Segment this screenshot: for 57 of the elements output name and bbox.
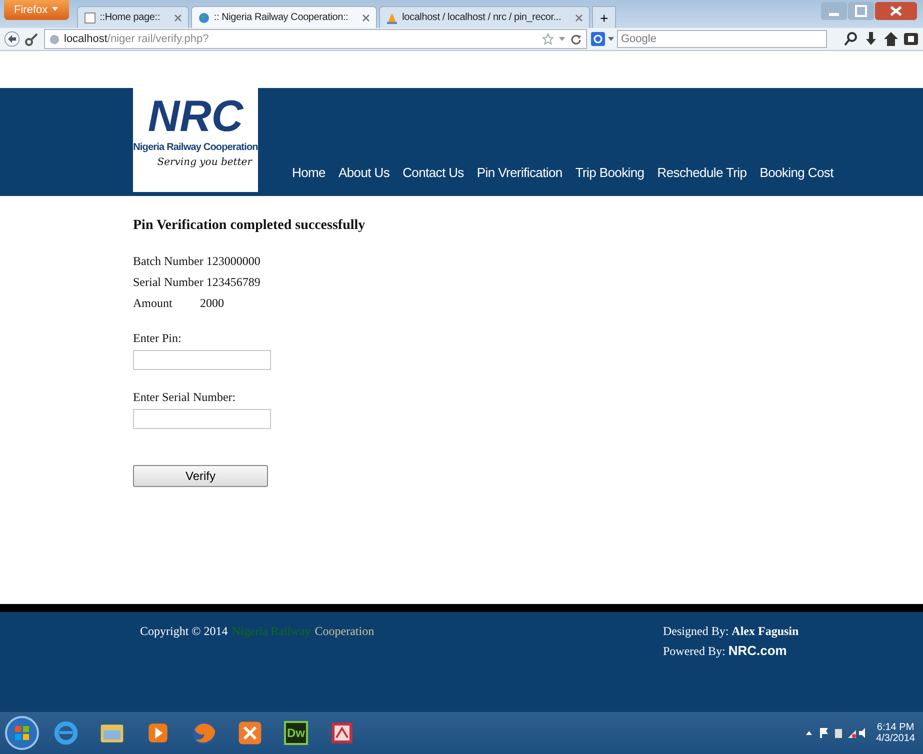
- star-icon[interactable]: [542, 33, 554, 45]
- close-icon[interactable]: [575, 14, 584, 22]
- success-heading: Pin Verification completed successfully: [133, 218, 366, 234]
- detail-value: 123000000: [206, 254, 260, 269]
- clock-time[interactable]: 6:14 PM: [876, 722, 914, 733]
- clock-date[interactable]: 4/3/2014: [876, 733, 915, 744]
- browser-tab[interactable]: :: Nigeria Railway Cooperation::: [190, 6, 378, 28]
- designer-name: Alex Fagusin: [732, 624, 799, 639]
- copyright-text: Copyright © 2014: [140, 624, 228, 639]
- nav-link[interactable]: About Us: [338, 165, 390, 180]
- firefox-icon[interactable]: [190, 719, 218, 747]
- xampp-icon[interactable]: [236, 719, 264, 747]
- download-icon[interactable]: [863, 31, 879, 47]
- field-label: Enter Pin:: [133, 331, 182, 346]
- new-tab-button[interactable]: +: [592, 6, 616, 28]
- detail-label: Serial Number: [133, 275, 204, 290]
- input-field[interactable]: [133, 409, 271, 429]
- field-label: Enter Serial Number:: [133, 390, 237, 405]
- key-icon: [24, 31, 40, 47]
- home-icon[interactable]: [883, 31, 899, 47]
- browser-e-icon[interactable]: [52, 719, 80, 747]
- site-name: NRC.com: [728, 643, 787, 658]
- search-icon[interactable]: [843, 31, 859, 47]
- close-icon[interactable]: [362, 14, 370, 22]
- detail-value: 2000: [200, 296, 224, 311]
- caret-icon[interactable]: [607, 35, 615, 43]
- start-button-icon[interactable]: [4, 715, 40, 751]
- dreamweaver-icon[interactable]: Dw: [284, 721, 308, 745]
- verify-button[interactable]: Verify: [133, 465, 268, 487]
- close-icon[interactable]: [875, 2, 917, 20]
- detail-label: Batch Number: [133, 254, 204, 269]
- close-icon[interactable]: [174, 14, 182, 22]
- address-field[interactable]: localhost/niger rail/verify.php?: [44, 29, 587, 49]
- nav-link[interactable]: Pin Vrerification: [476, 165, 562, 180]
- search-engine-icon[interactable]: [591, 32, 605, 46]
- nav-link[interactable]: Booking Cost: [760, 165, 834, 180]
- credit-label: Designed By:: [663, 624, 729, 639]
- tray-icons-drawing[interactable]: [806, 727, 866, 739]
- input-field[interactable]: [133, 350, 271, 370]
- browser-tab[interactable]: localhost / localhost / nrc / pin_recor...: [379, 6, 590, 28]
- credit-label: Powered By:: [663, 644, 726, 659]
- nav-link[interactable]: Trip Booking: [575, 165, 644, 180]
- nav-link[interactable]: Home: [292, 165, 326, 180]
- nav-link[interactable]: Reschedule Trip: [657, 165, 747, 180]
- detail-value: 123456789: [206, 275, 260, 290]
- logo: NRC Nigeria Railway Cooperation Serving you better: [133, 88, 258, 192]
- sailboat-icon: [386, 12, 398, 24]
- page-icon: [84, 12, 96, 24]
- browser-tab[interactable]: ::Home page::: [76, 6, 189, 28]
- nav-link[interactable]: Contact Us: [402, 165, 464, 180]
- brand-text: Nigeria Railway: [232, 624, 311, 639]
- addon-icon[interactable]: [903, 31, 919, 47]
- search-field[interactable]: Google: [617, 30, 827, 48]
- detail-label: Amount: [133, 296, 174, 311]
- caret-icon: [50, 5, 59, 13]
- brand-text: Cooperation: [314, 624, 374, 639]
- reload-icon[interactable]: [570, 33, 582, 45]
